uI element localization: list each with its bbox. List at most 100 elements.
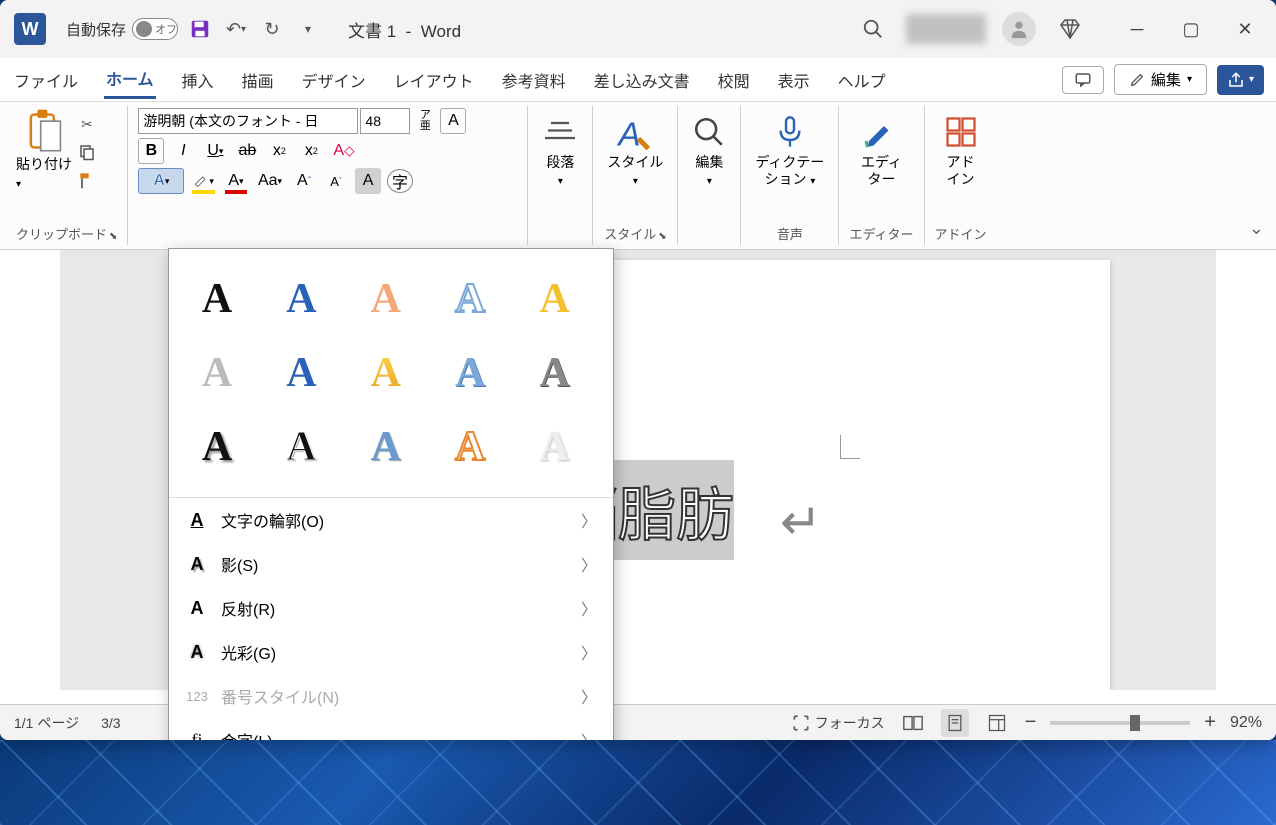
qat-customize[interactable]: ▾ [294, 15, 322, 43]
zoom-out-button[interactable]: − [1025, 711, 1037, 734]
tab-insert[interactable]: 挿入 [180, 62, 216, 98]
dictation-label[interactable]: ディクテーション ▾ [755, 154, 824, 188]
editing-icon[interactable] [692, 112, 726, 152]
paragraph-label[interactable]: 段落▾ [546, 154, 574, 188]
preset-black-outlined[interactable]: A [273, 419, 329, 475]
italic-button[interactable]: I [170, 138, 196, 164]
menu-shadow[interactable]: A 影(S) 〉 [169, 542, 613, 586]
word-count[interactable]: 3/3 [101, 715, 120, 731]
account-name-blurred[interactable] [906, 14, 986, 44]
minimize-button[interactable]: ─ [1114, 6, 1160, 52]
tab-references[interactable]: 参考資料 [500, 62, 568, 98]
preset-white-shadow[interactable]: A [527, 419, 583, 475]
chevron-right-icon: 〉 [581, 728, 597, 740]
preset-gold-gradient[interactable]: A [358, 345, 414, 401]
search-icon[interactable] [862, 18, 884, 40]
tab-draw[interactable]: 描画 [240, 62, 276, 98]
tab-view[interactable]: 表示 [776, 62, 812, 98]
comments-button[interactable] [1062, 66, 1104, 94]
paragraph-icon[interactable] [542, 112, 578, 152]
preset-orange-outline[interactable]: A [442, 419, 498, 475]
save-button[interactable] [186, 15, 214, 43]
ribbon-collapse-icon[interactable]: ⌄ [1249, 218, 1264, 239]
font-size-input[interactable] [360, 108, 410, 134]
copy-icon[interactable] [74, 140, 100, 164]
tab-design[interactable]: デザイン [300, 62, 368, 98]
subscript-button[interactable]: x2 [266, 138, 292, 164]
preset-outline-blue[interactable]: A [442, 271, 498, 327]
font-name-input[interactable] [138, 108, 358, 134]
title-bar: W 自動保存 オフ ↶ ▾ ↻ ▾ 文書 1 - Word ─ ▢ [0, 0, 1276, 58]
autosave-toggle[interactable]: 自動保存 オフ [66, 18, 178, 40]
bold-button[interactable]: B [138, 138, 164, 164]
preset-gray-reflect[interactable]: A [189, 345, 245, 401]
addins-icon[interactable] [943, 112, 979, 152]
focus-mode-button[interactable]: フォーカス [791, 709, 885, 737]
zoom-level[interactable]: 92% [1230, 714, 1262, 732]
toggle-switch[interactable]: オフ [132, 18, 178, 40]
preset-black-shadow[interactable]: A [189, 419, 245, 475]
preset-fill-yellow[interactable]: A [527, 271, 583, 327]
desktop-background [0, 740, 1276, 825]
menu-reflection[interactable]: A 反射(R) 〉 [169, 586, 613, 630]
tab-review[interactable]: 校閲 [716, 62, 752, 98]
underline-button[interactable]: U ▾ [202, 138, 228, 164]
styles-icon[interactable]: A [615, 112, 655, 152]
styles-label[interactable]: スタイル▾ [607, 154, 663, 188]
preset-blue-outline-shadow[interactable]: A [358, 419, 414, 475]
print-layout-icon[interactable] [941, 709, 969, 737]
addins-label[interactable]: アドイン [947, 154, 975, 188]
tab-layout[interactable]: レイアウト [392, 62, 476, 98]
character-shading-button[interactable]: A [355, 168, 381, 194]
editor-label[interactable]: エディター [861, 154, 902, 188]
undo-button[interactable]: ↶ ▾ [222, 15, 250, 43]
zoom-slider[interactable] [1050, 721, 1190, 725]
clear-formatting-button[interactable]: A◇ [330, 138, 357, 164]
grow-font-button[interactable]: Aˆ [291, 168, 317, 194]
page-count[interactable]: 1/1 ページ [14, 713, 79, 733]
tab-home[interactable]: ホーム [104, 60, 156, 99]
preset-fill-blue[interactable]: A [273, 271, 329, 327]
text-effects-button[interactable]: A ▾ [138, 168, 184, 194]
preset-blue-3d[interactable]: A [442, 345, 498, 401]
tab-mailings[interactable]: 差し込み文書 [592, 62, 692, 98]
highlight-color-button[interactable]: ▾ [190, 168, 217, 194]
tab-file[interactable]: ファイル [12, 62, 80, 98]
zoom-in-button[interactable]: + [1204, 711, 1216, 734]
preset-blue-reflect[interactable]: A [273, 345, 329, 401]
paste-label[interactable]: 貼り付け▾ [16, 154, 72, 190]
strikethrough-button[interactable]: ab [234, 138, 260, 164]
share-button[interactable]: ▾ [1217, 65, 1264, 95]
editing-label[interactable]: 編集▾ [695, 154, 723, 188]
superscript-button[interactable]: x2 [298, 138, 324, 164]
menu-ligatures[interactable]: fi 合字(L) 〉 [169, 718, 613, 740]
maximize-button[interactable]: ▢ [1168, 6, 1214, 52]
close-button[interactable]: ✕ [1222, 6, 1268, 52]
web-layout-icon[interactable] [983, 709, 1011, 737]
editor-icon[interactable] [863, 112, 899, 152]
cut-icon[interactable]: ✂ [74, 112, 100, 136]
menu-glow[interactable]: A 光彩(G) 〉 [169, 630, 613, 674]
preset-gray-3d[interactable]: A [527, 345, 583, 401]
change-case-button[interactable]: Aa ▾ [255, 168, 285, 194]
document-title[interactable]: 文書 1 - Word [348, 17, 461, 42]
microphone-icon[interactable] [774, 112, 806, 152]
enclose-characters-button[interactable]: 字 [387, 169, 413, 193]
editing-mode-button[interactable]: 編集 ▾ [1114, 64, 1207, 95]
menu-text-outline[interactable]: A 文字の輪郭(O) 〉 [169, 498, 613, 542]
paste-icon[interactable] [24, 108, 64, 154]
user-avatar[interactable] [1002, 12, 1036, 46]
tab-help[interactable]: ヘルプ [836, 62, 888, 98]
character-border-icon[interactable]: A [440, 108, 466, 134]
format-painter-icon[interactable] [74, 168, 100, 192]
preset-fill-black[interactable]: A [189, 271, 245, 327]
phonetic-guide-icon[interactable]: ア亜 [412, 108, 438, 134]
premium-icon[interactable] [1058, 17, 1082, 41]
ribbon: 貼り付け▾ ✂ クリップボード⬊ [0, 102, 1276, 250]
read-mode-icon[interactable] [899, 709, 927, 737]
redo-button[interactable]: ↻ [258, 15, 286, 43]
preset-fill-orange[interactable]: A [358, 271, 414, 327]
shrink-font-button[interactable]: Aˇ [323, 168, 349, 194]
clipboard-label: クリップボード⬊ [16, 222, 117, 243]
font-color-button[interactable]: A ▾ [223, 168, 249, 194]
